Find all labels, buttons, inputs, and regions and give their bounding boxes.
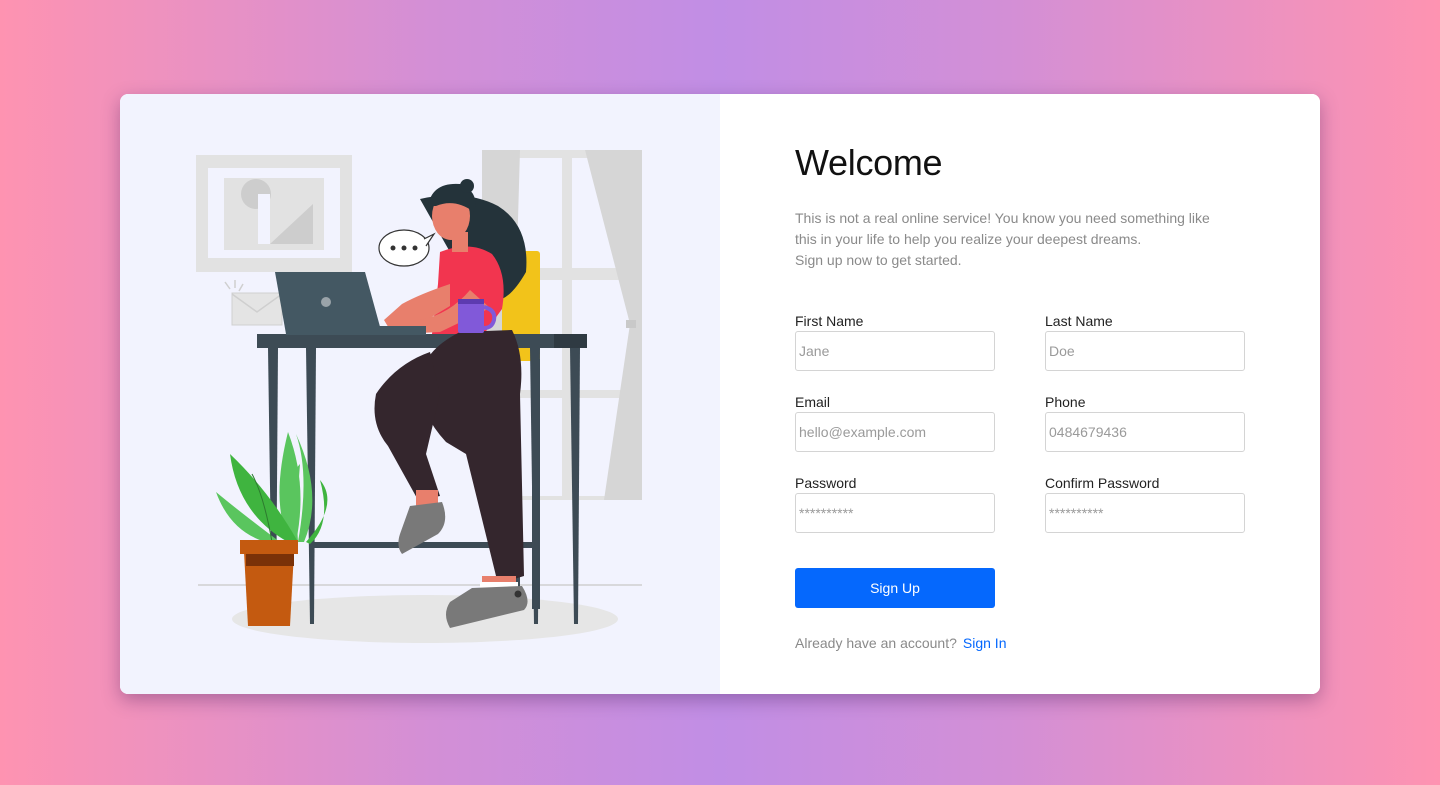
email-label: Email xyxy=(795,394,831,410)
illustration-panel xyxy=(120,94,720,694)
email-input[interactable] xyxy=(795,412,995,452)
first-name-group: First Name xyxy=(795,311,995,371)
page-title: Welcome xyxy=(795,142,943,183)
envelope-icon xyxy=(224,280,283,326)
confirm-password-label: Confirm Password xyxy=(1045,475,1160,491)
first-name-input[interactable] xyxy=(795,331,995,371)
last-name-group: Last Name xyxy=(1045,311,1245,371)
sign-up-button[interactable]: Sign Up xyxy=(795,568,995,608)
first-name-label: First Name xyxy=(795,313,864,329)
confirm-password-group: Confirm Password xyxy=(1045,473,1245,533)
description-line: Sign up now to get started. xyxy=(795,252,962,268)
signup-card: Welcome This is not a real online servic… xyxy=(120,94,1320,694)
sign-in-link[interactable]: Sign In xyxy=(963,635,1007,651)
speech-bubble-icon xyxy=(378,229,436,267)
signin-row: Already have an account? Sign In xyxy=(795,635,1006,651)
password-label: Password xyxy=(795,475,857,491)
description-line: This is not a real online service! You k… xyxy=(795,210,1210,226)
description-line: this in your life to help you realize yo… xyxy=(795,231,1142,247)
page-description: This is not a real online service! You k… xyxy=(795,208,1245,271)
desk xyxy=(257,334,587,348)
password-input[interactable] xyxy=(795,493,995,533)
email-group: Email xyxy=(795,392,995,452)
phone-label: Phone xyxy=(1045,394,1086,410)
phone-input[interactable] xyxy=(1045,412,1245,452)
last-name-input[interactable] xyxy=(1045,331,1245,371)
password-group: Password xyxy=(795,473,995,533)
signin-prompt: Already have an account? xyxy=(795,635,957,651)
woman-working-at-laptop-illustration xyxy=(196,150,642,643)
last-name-label: Last Name xyxy=(1045,313,1113,329)
phone-group: Phone xyxy=(1045,392,1245,452)
signup-form-panel: Welcome This is not a real online servic… xyxy=(720,94,1320,694)
confirm-password-input[interactable] xyxy=(1045,493,1245,533)
